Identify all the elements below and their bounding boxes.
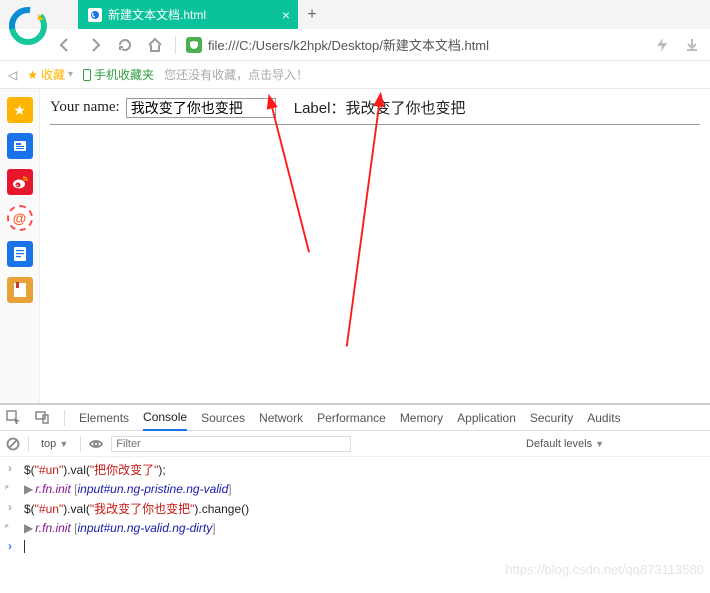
console-line[interactable]: $("#un").val("我改变了你也变把").change() — [0, 498, 710, 519]
chevron-down-icon: ▼ — [595, 439, 604, 449]
shield-icon — [186, 37, 202, 53]
sidebar-news-button[interactable] — [7, 133, 33, 159]
devtools-tab-bar: Elements Console Sources Network Perform… — [0, 405, 710, 431]
tab-security[interactable]: Security — [530, 406, 573, 430]
tab-audits[interactable]: Audits — [587, 406, 620, 430]
new-tab-button[interactable]: + — [298, 0, 326, 29]
watermark: https://blog.csdn.net/qq873113580 — [505, 562, 704, 577]
phone-icon — [83, 69, 91, 81]
main-area: ★ @ Your name: Label：我改变了你也变把 — [0, 89, 710, 403]
name-input[interactable] — [126, 98, 276, 118]
sidebar-star-button[interactable]: ★ — [7, 97, 33, 123]
sidebar-book-button[interactable] — [7, 277, 33, 303]
tab-application[interactable]: Application — [457, 406, 516, 430]
separator — [175, 36, 176, 54]
star-icon: ★ — [27, 68, 38, 82]
console-prompt[interactable] — [0, 537, 710, 561]
back-button[interactable] — [55, 35, 75, 55]
browser-logo-slot — [0, 0, 78, 29]
tab-title: 新建文本文档.html — [108, 6, 272, 23]
devtools-panel: Elements Console Sources Network Perform… — [0, 403, 710, 561]
browser-tab-bar: 新建文本文档.html × + — [0, 0, 710, 29]
sidebar: ★ @ — [0, 89, 40, 403]
expand-icon[interactable]: ▶ — [24, 482, 33, 496]
live-expression-icon[interactable] — [89, 437, 103, 451]
sidebar-weibo-button[interactable] — [7, 169, 33, 195]
tab-favicon-icon — [88, 8, 102, 22]
log-levels-selector[interactable]: Default levels ▼ — [526, 438, 604, 450]
context-label: top — [41, 438, 56, 450]
console-line[interactable]: $("#un").val("把你改变了"); — [0, 459, 710, 480]
context-selector[interactable]: top ▼ — [37, 438, 72, 450]
annotation-arrows — [40, 89, 710, 403]
console-filter-input[interactable] — [111, 436, 351, 452]
favorites-button[interactable]: ★ 收藏 ▾ — [27, 66, 73, 83]
horizontal-rule — [50, 124, 700, 125]
home-button[interactable] — [145, 35, 165, 55]
chevron-down-icon: ▼ — [59, 439, 68, 449]
output-label: Label：我改变了你也变把 — [294, 97, 466, 118]
reload-button[interactable] — [115, 35, 135, 55]
address-bar: file:///C:/Users/k2hpk/Desktop/新建文本文档.ht… — [0, 29, 710, 61]
sidebar-toggle-icon[interactable]: ◁ — [8, 68, 17, 82]
tab-close-icon[interactable]: × — [282, 7, 290, 23]
inspect-element-icon[interactable] — [6, 410, 21, 425]
tab-console[interactable]: Console — [143, 405, 187, 431]
sidebar-doc-button[interactable] — [7, 241, 33, 267]
url-text: file:///C:/Users/k2hpk/Desktop/新建文本文档.ht… — [208, 35, 489, 54]
separator — [28, 436, 29, 452]
output-label-prefix: Label： — [294, 100, 346, 117]
bookmarks-hint[interactable]: 您还没有收藏，点击导入！ — [164, 66, 308, 83]
flash-icon[interactable] — [652, 35, 672, 55]
phone-favorites-button[interactable]: 手机收藏夹 — [83, 66, 154, 83]
log-levels-label: Default levels — [526, 438, 592, 450]
tab-sources[interactable]: Sources — [201, 406, 245, 430]
clear-console-icon[interactable] — [6, 437, 20, 451]
chevron-down-icon: ▾ — [68, 69, 73, 80]
expand-icon[interactable]: ▶ — [24, 521, 33, 535]
browser-tab-active[interactable]: 新建文本文档.html × — [78, 0, 298, 29]
form-line: Your name: Label：我改变了你也变把 — [50, 97, 700, 118]
cursor — [24, 540, 25, 553]
output-label-value: 我改变了你也变把 — [345, 100, 465, 117]
phone-favorites-label: 手机收藏夹 — [94, 66, 154, 83]
tab-network[interactable]: Network — [259, 406, 303, 430]
forward-button[interactable] — [85, 35, 105, 55]
console-output: $("#un").val("把你改变了"); ▶r.fn.init [input… — [0, 457, 710, 561]
url-area[interactable]: file:///C:/Users/k2hpk/Desktop/新建文本文档.ht… — [186, 35, 642, 54]
device-toggle-icon[interactable] — [35, 410, 50, 425]
devtools-console-toolbar: top ▼ Default levels ▼ — [0, 431, 710, 457]
separator — [80, 436, 81, 452]
console-line[interactable]: ▶r.fn.init [input#un.ng-pristine.ng-vali… — [0, 480, 710, 498]
sidebar-mail-button[interactable]: @ — [7, 205, 33, 231]
name-label: Your name: — [50, 99, 120, 116]
tab-memory[interactable]: Memory — [400, 406, 443, 430]
favorites-label: 收藏 — [41, 66, 65, 83]
console-line[interactable]: ▶r.fn.init [input#un.ng-valid.ng-dirty] — [0, 519, 710, 537]
download-icon[interactable] — [682, 35, 702, 55]
browser-logo-icon[interactable] — [8, 6, 48, 46]
tab-elements[interactable]: Elements — [79, 406, 129, 430]
page-content: Your name: Label：我改变了你也变把 — [40, 89, 710, 403]
bookmarks-bar: ◁ ★ 收藏 ▾ 手机收藏夹 您还没有收藏，点击导入！ — [0, 61, 710, 89]
separator — [64, 410, 65, 426]
tab-performance[interactable]: Performance — [317, 406, 386, 430]
